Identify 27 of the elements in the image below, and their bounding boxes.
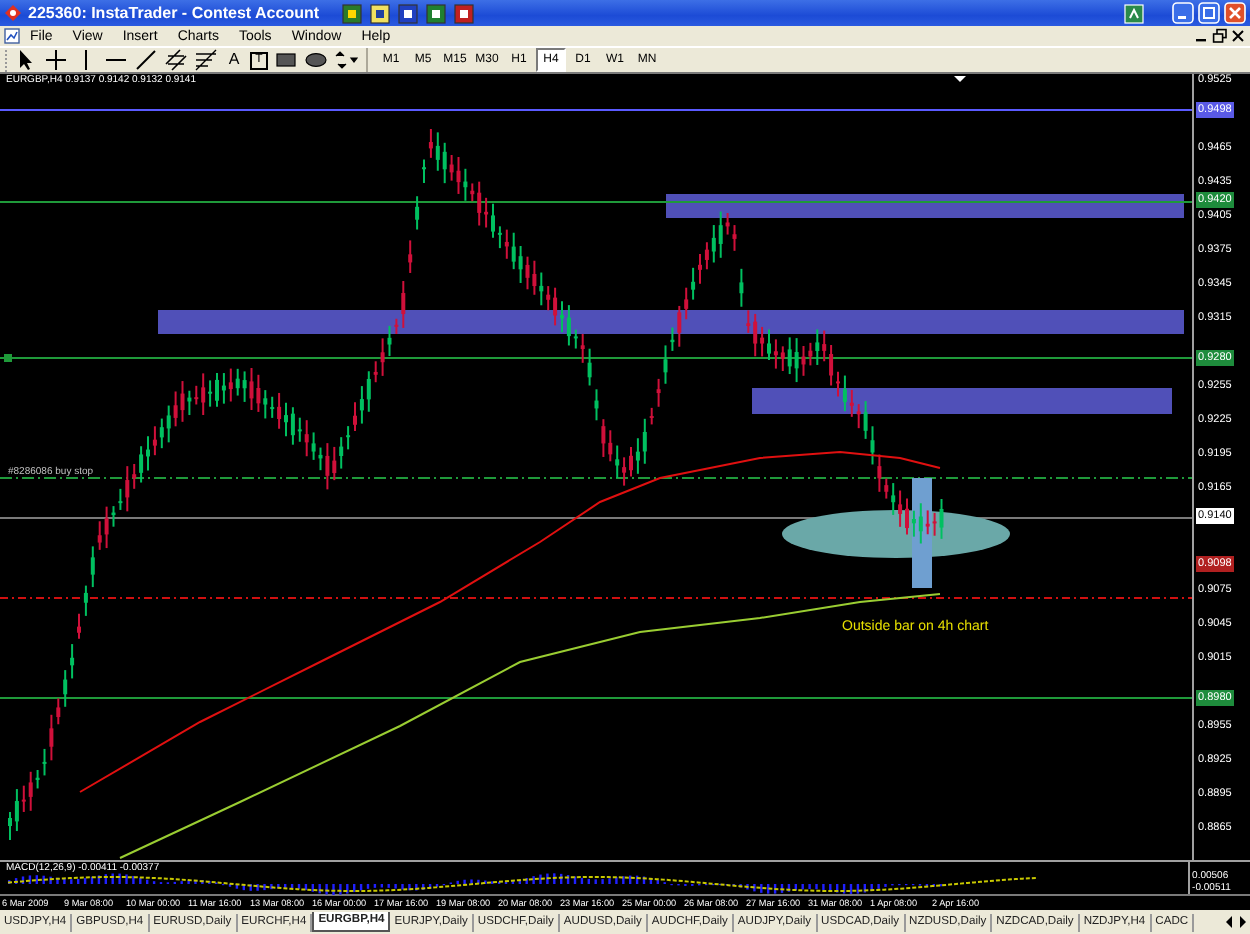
scroll-right-icon[interactable] [1236,914,1250,930]
candle [408,239,413,274]
ellipse-icon[interactable] [304,48,328,72]
cursor-icon[interactable] [14,48,38,72]
maximize-icon[interactable] [1198,2,1220,24]
taskbar-app-icon[interactable] [425,3,446,23]
arrows-dropdown-icon[interactable] [334,48,358,72]
restore-icon[interactable] [1212,28,1228,44]
chart-shift-icon [954,76,966,82]
tray-app-icon[interactable] [1124,3,1144,23]
text-tool[interactable]: A [224,50,244,70]
trend-line-icon[interactable] [134,48,158,72]
close-icon[interactable] [1230,28,1246,44]
taskbar-app-icon[interactable] [341,3,362,23]
window-title: 225360: InstaTrader - Contest Account [28,4,320,22]
rectangle-icon[interactable] [274,48,298,72]
highlight-rectangle [912,478,932,588]
fibonacci-icon[interactable] [194,48,218,72]
taskbar-app-icon[interactable] [397,3,418,23]
channel-icon[interactable] [164,48,188,72]
candle [415,195,420,231]
app-logo-icon [4,4,22,22]
taskbar-app-icon[interactable] [369,3,390,23]
line-anchor-icon [4,354,12,362]
scroll-left-icon[interactable] [1222,914,1236,930]
taskbar-app-icon[interactable] [453,3,474,23]
crosshair-icon[interactable] [44,48,68,72]
